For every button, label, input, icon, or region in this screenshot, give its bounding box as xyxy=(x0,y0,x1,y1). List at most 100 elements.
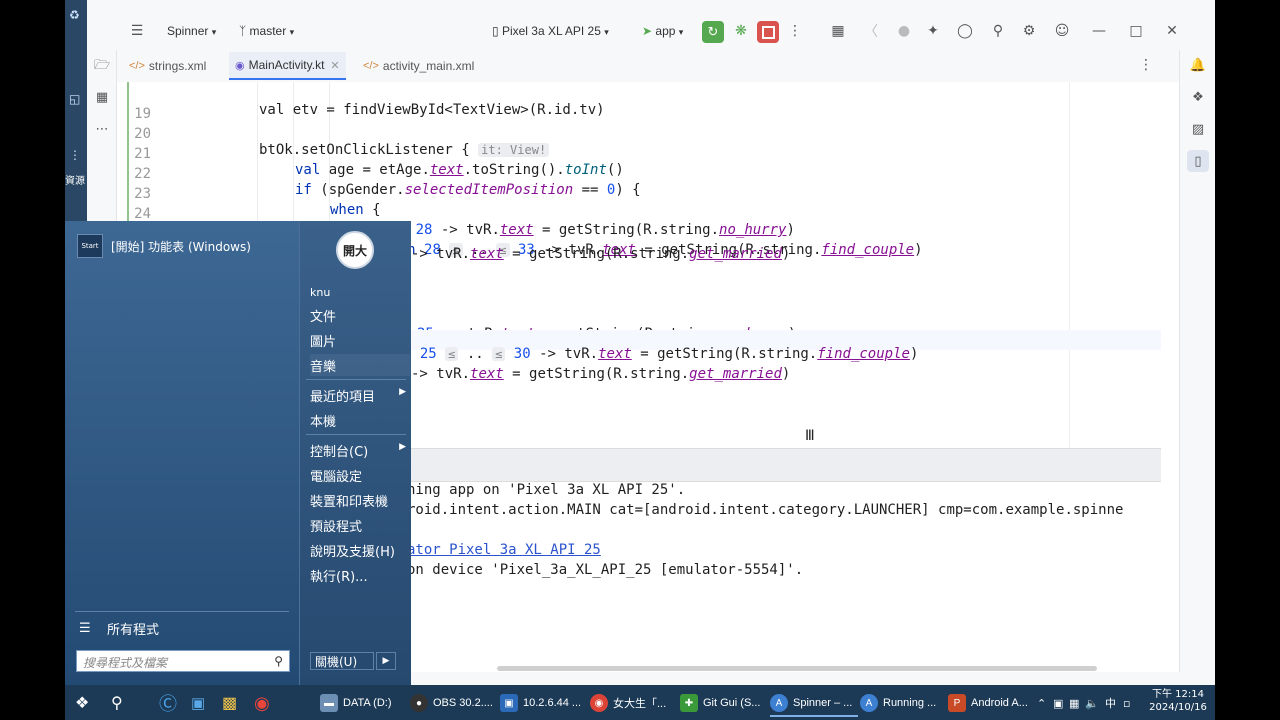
tray-chevron-icon[interactable]: ⌃ xyxy=(1037,689,1046,717)
ime-mode-icon[interactable]: ▫ xyxy=(1123,689,1130,717)
chevron-right-icon: ▶ xyxy=(399,387,406,397)
search-icon[interactable]: ⚲ xyxy=(111,689,123,717)
device-file-icon[interactable]: ▨ xyxy=(1187,118,1209,140)
menu-item-recent[interactable]: 最近的項目 ▶ xyxy=(310,384,410,406)
project-name: Spinner xyxy=(167,24,209,38)
run-icon[interactable]: ↻ xyxy=(702,21,724,43)
code-line: 23 when { xyxy=(117,170,1161,218)
network-icon[interactable]: ◱ xyxy=(69,92,83,106)
tab-mainactivity-kt[interactable]: ◉ MainActivity.kt ✕ xyxy=(229,52,346,80)
taskbar-item-chrome[interactable]: ◉ 女大生「... xyxy=(590,689,678,717)
avatar[interactable]: 開大 xyxy=(336,231,374,269)
more-vertical-icon[interactable]: ⋮ xyxy=(784,20,806,42)
taskbar-item-remote-desktop[interactable]: ▣ 10.2.6.44 ... xyxy=(500,689,588,717)
menu-item-help[interactable]: 說明及支援(H) xyxy=(310,539,410,561)
console-line: on device 'Pixel_3a_XL_API_25 [emulator-… xyxy=(407,562,804,578)
taskbar-clock[interactable]: 下午 12:14 2024/10/16 xyxy=(1149,688,1207,714)
tab-strings-xml[interactable]: </> strings.xml xyxy=(123,52,212,80)
account-icon[interactable]: ☺ xyxy=(1051,20,1073,42)
text-cursor-icon: Ⅲ xyxy=(805,428,815,444)
shutdown-button[interactable]: 關機(U) xyxy=(310,652,374,670)
search-icon[interactable]: ⚲ xyxy=(987,20,1009,42)
stop-icon[interactable] xyxy=(757,21,779,43)
minimize-icon[interactable]: — xyxy=(1088,20,1110,42)
pinned-start-menu-item[interactable]: Start [開始] 功能表 (Windows) xyxy=(77,233,287,259)
menu-item-pc-settings[interactable]: 電腦設定 xyxy=(310,464,410,486)
settings-icon[interactable]: ⚙ xyxy=(1018,20,1040,42)
device-manager-icon[interactable]: ◯ xyxy=(954,20,976,42)
ime-indicator[interactable]: 中 xyxy=(1105,689,1116,717)
menu-item-control-panel[interactable]: 控制台(C) ▶ xyxy=(310,439,410,461)
code-text: -> tvR.text = getString(R.string.get_mar… xyxy=(411,366,791,382)
menu-item-documents[interactable]: 文件 xyxy=(310,304,410,326)
all-programs-button[interactable]: ☰ 所有程式 xyxy=(79,617,289,639)
taskbar-item-running[interactable]: A Running ... xyxy=(860,689,948,717)
menu-item-pictures[interactable]: 圖片 xyxy=(310,329,410,351)
taskbar-item-spinner[interactable]: A Spinner – ... xyxy=(770,689,858,717)
search-input[interactable]: 搜尋程式及檔案 ⚲ xyxy=(76,650,290,672)
translate-icon[interactable]: 〈 xyxy=(860,20,882,42)
notifications-icon[interactable]: 🔔 xyxy=(1187,54,1209,76)
more-icon[interactable]: ⋮ xyxy=(69,148,83,162)
phone-icon: ▯ xyxy=(492,24,502,38)
console-hscrollbar[interactable] xyxy=(497,666,1097,671)
menu-item-computer[interactable]: 本機 xyxy=(310,409,410,431)
start-menu: Start [開始] 功能表 (Windows) ☰ 所有程式 搜尋程式及檔案 … xyxy=(65,221,411,685)
bug-icon[interactable]: ● xyxy=(893,20,915,42)
menu-item-music[interactable]: 音樂 xyxy=(310,354,410,376)
run-config-selector[interactable]: ➤ app ▾ xyxy=(642,24,683,38)
file-explorer-icon[interactable]: ▩ xyxy=(222,689,237,717)
shutdown-options-button[interactable]: ▶ xyxy=(376,652,396,670)
taskbar-item-data-drive[interactable]: ▬ DATA (D:) xyxy=(320,689,408,717)
menu-item-run[interactable]: 執行(R)... xyxy=(310,564,410,586)
build-icon[interactable]: ▦ xyxy=(827,20,849,42)
device-selector[interactable]: ▯ Pixel 3a XL API 25 ▾ xyxy=(492,24,609,38)
edge-icon[interactable]: Ⓒ xyxy=(159,689,177,717)
taskbar-label: 10.2.6.44 ... xyxy=(523,697,582,709)
structure-icon[interactable]: ▦ xyxy=(91,86,113,108)
maximize-icon[interactable]: □ xyxy=(1125,20,1147,42)
menu-item-user[interactable]: knu xyxy=(310,281,410,303)
all-programs-label: 所有程式 xyxy=(107,622,160,638)
bug-report-icon[interactable]: ✦ xyxy=(922,20,944,42)
speaker-icon[interactable]: 🔈 xyxy=(1085,689,1099,717)
right-tool-rail: 🔔 ❖ ▨ ▯ xyxy=(1179,50,1215,685)
close-icon[interactable]: ✕ xyxy=(1161,20,1183,42)
menu-item-label: 圖片 xyxy=(310,334,337,350)
debug-icon[interactable]: ❋ xyxy=(730,20,752,42)
remote-desktop-icon: ▣ xyxy=(500,694,518,712)
code-text: -> tvR.text = getString(R.string.get_mar… xyxy=(411,246,791,262)
chevron-down-icon: ▾ xyxy=(678,27,684,37)
chrome-icon[interactable]: ◉ xyxy=(254,689,270,717)
running-devices-icon[interactable]: ▯ xyxy=(1187,150,1209,172)
desktop-label[interactable]: 資源 xyxy=(65,172,85,187)
code-line: 24 age < 28 -> tvR.text = getString(R.st… xyxy=(117,190,1161,238)
chrome-icon: ◉ xyxy=(590,694,608,712)
gradle-icon[interactable]: ❖ xyxy=(1187,86,1209,108)
taskbar-item-powerpoint[interactable]: P Android A... xyxy=(948,689,1036,717)
taskbar-item-obs[interactable]: ● OBS 30.2.... xyxy=(410,689,498,717)
chevron-down-icon: ▾ xyxy=(211,27,217,37)
close-tab-icon[interactable]: ✕ xyxy=(330,59,339,72)
separator xyxy=(75,611,289,612)
network-icon[interactable]: ▦ xyxy=(1069,689,1079,717)
project-selector[interactable]: Spinner ▾ xyxy=(167,24,216,38)
menu-icon[interactable]: ☰ xyxy=(126,20,148,42)
taskbar-item-git-gui[interactable]: ✚ Git Gui (S... xyxy=(680,689,768,717)
search-icon[interactable]: ⚲ xyxy=(274,654,283,668)
console-link[interactable]: ator Pixel 3a XL API 25 xyxy=(407,542,601,562)
branch-selector[interactable]: ᛉ master ▾ xyxy=(239,24,294,38)
windows-start-icon[interactable]: ❖ xyxy=(75,689,89,717)
menu-item-devices-printers[interactable]: 裝置和印表機 xyxy=(310,489,410,511)
tabs-menu-icon[interactable]: ⋮ xyxy=(1135,54,1157,76)
more-tools-icon[interactable]: ⋯ xyxy=(91,118,113,140)
tray-app-icon[interactable]: ▣ xyxy=(1053,689,1063,717)
clock-date: 2024/10/16 xyxy=(1149,702,1207,713)
menu-item-default-programs[interactable]: 預設程式 xyxy=(310,514,410,536)
store-icon[interactable]: ▣ xyxy=(191,689,205,717)
recycle-icon[interactable]: ♻ xyxy=(69,8,83,22)
tab-label: MainActivity.kt xyxy=(248,58,325,72)
folder-icon[interactable]: 🗁 xyxy=(91,56,113,78)
tab-activity-main-xml[interactable]: </> activity_main.xml xyxy=(357,52,480,80)
taskbar-label: Git Gui (S... xyxy=(703,697,761,709)
